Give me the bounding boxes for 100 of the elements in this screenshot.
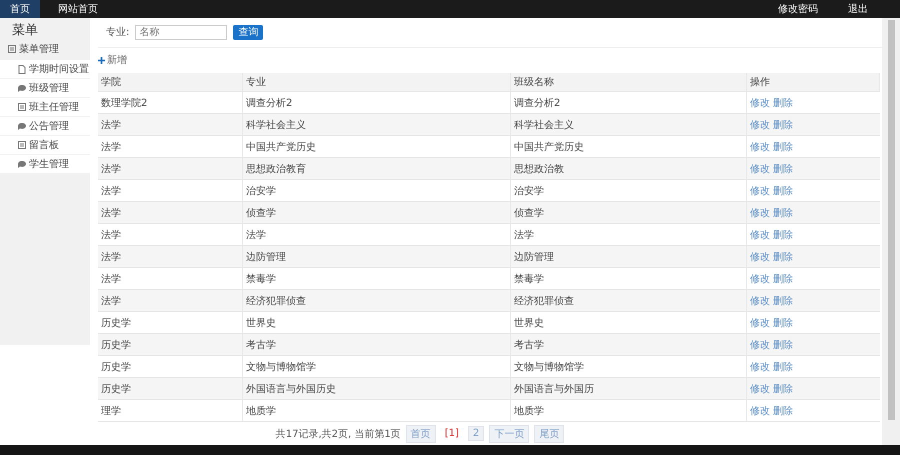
table-cell: 科学社会主义 bbox=[511, 114, 747, 136]
table-cell: 历史学 bbox=[98, 334, 243, 356]
table-cell: 思想政治教 bbox=[511, 158, 747, 180]
search-button[interactable]: 查询 bbox=[233, 24, 264, 40]
edit-link[interactable]: 修改 bbox=[750, 272, 770, 286]
sidebar-item[interactable]: 学期时间设置 bbox=[0, 60, 90, 78]
edit-link[interactable]: 修改 bbox=[750, 404, 770, 418]
table-cell: 历史学 bbox=[98, 378, 243, 400]
delete-link[interactable]: 删除 bbox=[773, 294, 793, 308]
page-link[interactable]: [1] bbox=[440, 427, 463, 440]
table-cell: 侦查学 bbox=[511, 202, 747, 224]
delete-link[interactable]: 删除 bbox=[773, 228, 793, 242]
search-field[interactable]: 名称 bbox=[135, 24, 228, 40]
sidebar-group[interactable]: 菜单管理 bbox=[0, 38, 90, 60]
table-cell: 法学 bbox=[98, 202, 243, 224]
table-cell: 禁毒学 bbox=[243, 268, 511, 290]
speech-bubble-icon bbox=[18, 84, 26, 92]
delete-link[interactable]: 删除 bbox=[773, 140, 793, 154]
table-cell: 考古学 bbox=[243, 334, 511, 356]
table-cell: 理学 bbox=[98, 400, 243, 422]
table-cell: 外国语言与外国历史 bbox=[243, 378, 511, 400]
table-cell: 科学社会主义 bbox=[243, 114, 511, 136]
table-cell: 经济犯罪侦查 bbox=[243, 290, 511, 312]
delete-link[interactable]: 删除 bbox=[773, 250, 793, 264]
table-cell: 法学 bbox=[243, 224, 511, 246]
table-cell: 文物与博物馆学 bbox=[243, 356, 511, 378]
scrollbar[interactable] bbox=[882, 18, 900, 445]
table-cell: 历史学 bbox=[98, 312, 243, 334]
edit-link[interactable]: 修改 bbox=[750, 184, 770, 198]
sidebar-item[interactable]: 公告管理 bbox=[0, 117, 90, 135]
table-cell: 法学 bbox=[98, 158, 243, 180]
column-header: 操作 bbox=[747, 73, 880, 92]
edit-link[interactable]: 修改 bbox=[750, 228, 770, 242]
plus-icon bbox=[98, 56, 105, 64]
sidebar-item[interactable]: 学生管理 bbox=[0, 155, 90, 173]
table-cell: 治安学 bbox=[243, 180, 511, 202]
sidebar-item[interactable]: 班主任管理 bbox=[0, 98, 90, 116]
table-cell: 禁毒学 bbox=[511, 268, 747, 290]
list-icon bbox=[8, 45, 16, 53]
edit-link[interactable]: 修改 bbox=[750, 250, 770, 264]
table-cell: 法学 bbox=[98, 180, 243, 202]
delete-link[interactable]: 删除 bbox=[773, 316, 793, 330]
edit-link[interactable]: 修改 bbox=[750, 118, 770, 132]
edit-link[interactable]: 修改 bbox=[750, 140, 770, 154]
table-cell: 法学 bbox=[511, 224, 747, 246]
delete-link[interactable]: 删除 bbox=[773, 272, 793, 286]
delete-link[interactable]: 删除 bbox=[773, 162, 793, 176]
table-cell: 边防管理 bbox=[511, 246, 747, 268]
nav-link[interactable]: 退出 bbox=[838, 0, 878, 18]
page-link[interactable]: 尾页 bbox=[534, 424, 564, 443]
table-cell: 地质学 bbox=[511, 400, 747, 422]
table-cell: 中国共产党历史 bbox=[511, 136, 747, 158]
table-cell: 外国语言与外国历 bbox=[511, 378, 747, 400]
column-header: 班级名称 bbox=[511, 73, 747, 92]
sidebar-title: 菜单 bbox=[11, 22, 39, 38]
table-cell: 历史学 bbox=[98, 356, 243, 378]
delete-link[interactable]: 删除 bbox=[773, 206, 793, 220]
table-cell: 法学 bbox=[98, 246, 243, 268]
sidebar-item[interactable]: 留言板 bbox=[0, 136, 90, 154]
edit-link[interactable]: 修改 bbox=[750, 96, 770, 110]
edit-link[interactable]: 修改 bbox=[750, 382, 770, 396]
delete-link[interactable]: 删除 bbox=[773, 360, 793, 374]
table-cell: 思想政治教育 bbox=[243, 158, 511, 180]
table-cell: 经济犯罪侦查 bbox=[511, 290, 747, 312]
page-icon bbox=[18, 64, 26, 74]
table-cell: 边防管理 bbox=[243, 246, 511, 268]
edit-link[interactable]: 修改 bbox=[750, 338, 770, 352]
page-link[interactable]: 2 bbox=[468, 426, 484, 442]
table-cell: 调查分析2 bbox=[511, 92, 747, 114]
table-cell: 中国共产党历史 bbox=[243, 136, 511, 158]
add-button[interactable]: 新增 bbox=[98, 48, 882, 74]
table-cell: 数理学院2 bbox=[98, 92, 243, 114]
table-cell: 法学 bbox=[98, 136, 243, 158]
delete-link[interactable]: 删除 bbox=[773, 118, 793, 132]
delete-link[interactable]: 删除 bbox=[773, 382, 793, 396]
delete-link[interactable]: 删除 bbox=[773, 404, 793, 418]
edit-link[interactable]: 修改 bbox=[750, 294, 770, 308]
delete-link[interactable]: 删除 bbox=[773, 338, 793, 352]
table-cell: 世界史 bbox=[511, 312, 747, 334]
delete-link[interactable]: 删除 bbox=[773, 184, 793, 198]
edit-link[interactable]: 修改 bbox=[750, 360, 770, 374]
table-cell: 调查分析2 bbox=[243, 92, 511, 114]
table-cell: 法学 bbox=[98, 268, 243, 290]
table-cell: 文物与博物馆学 bbox=[511, 356, 747, 378]
edit-link[interactable]: 修改 bbox=[750, 206, 770, 220]
sidebar-item[interactable]: 班级管理 bbox=[0, 79, 90, 97]
edit-link[interactable]: 修改 bbox=[750, 162, 770, 176]
table-cell: 世界史 bbox=[243, 312, 511, 334]
scrollbar-thumb[interactable] bbox=[888, 20, 894, 420]
delete-link[interactable]: 删除 bbox=[773, 96, 793, 110]
column-header: 学院 bbox=[98, 73, 243, 92]
page-link[interactable]: 首页 bbox=[406, 424, 436, 443]
table-cell: 地质学 bbox=[243, 400, 511, 422]
nav-link[interactable]: 修改密码 bbox=[768, 0, 828, 18]
page-link[interactable]: 下一页 bbox=[489, 424, 530, 443]
list-icon bbox=[18, 141, 26, 149]
speech-bubble-icon bbox=[18, 122, 26, 130]
edit-link[interactable]: 修改 bbox=[750, 316, 770, 330]
nav-tab[interactable]: 首页 bbox=[0, 0, 40, 18]
nav-tab[interactable]: 网站首页 bbox=[48, 0, 108, 18]
